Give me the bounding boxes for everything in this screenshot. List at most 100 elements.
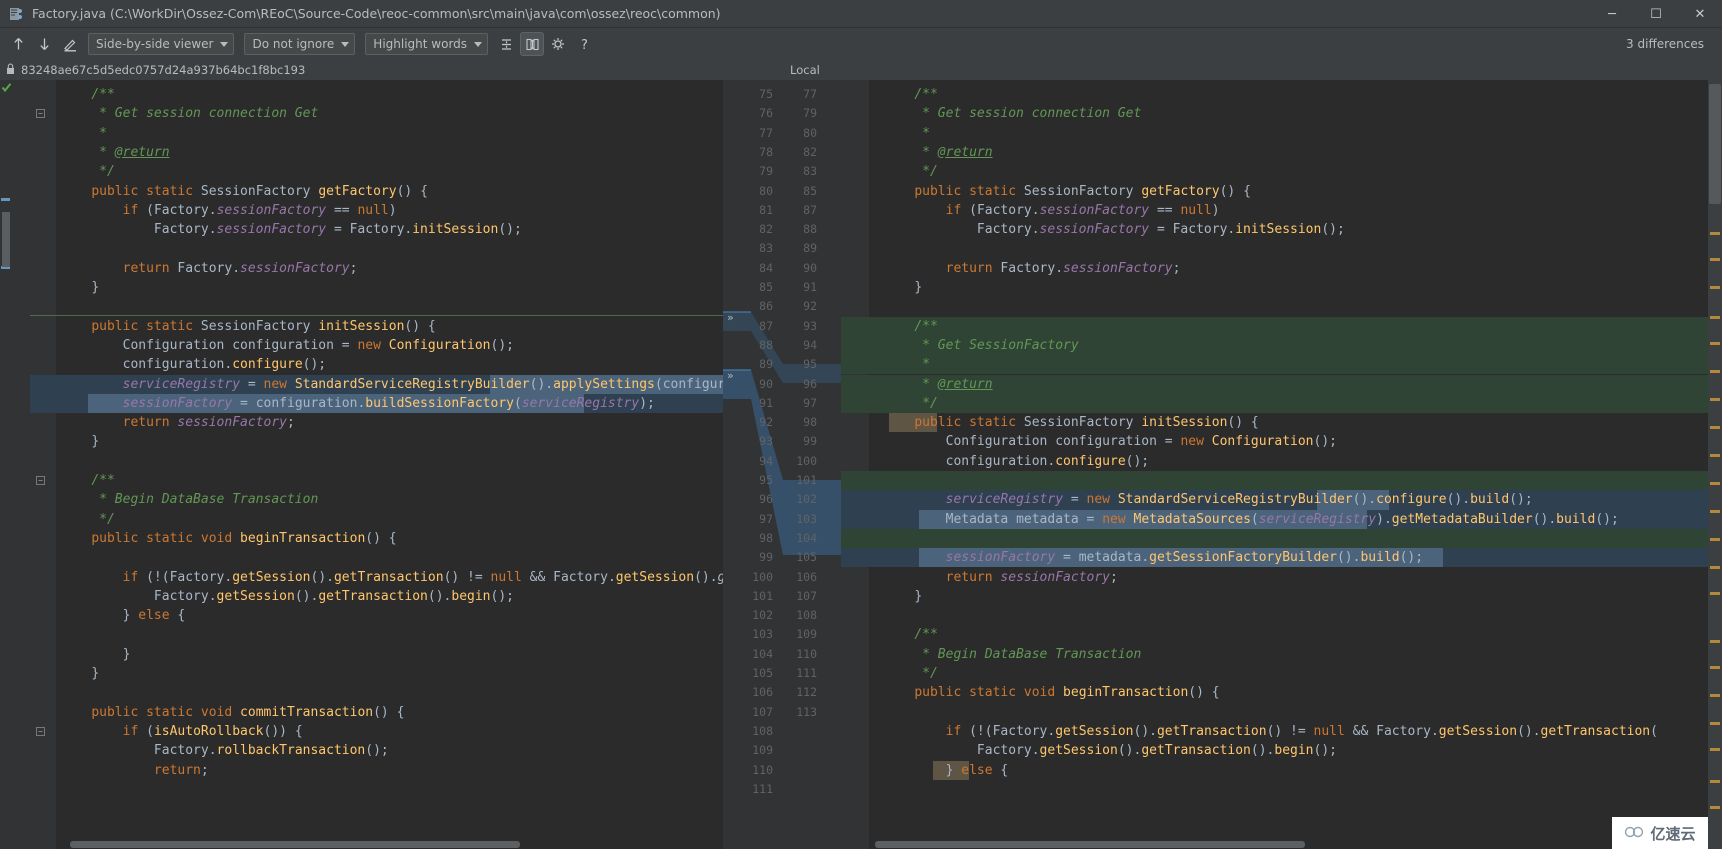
code-line: sessionFactory = configuration.buildSess… <box>122 395 655 411</box>
code-line: */ <box>922 666 938 681</box>
viewer-mode-select[interactable]: Side-by-side viewer <box>88 33 235 55</box>
synchronize-scroll-icon[interactable] <box>520 32 545 56</box>
line-number: 82 <box>759 222 773 237</box>
diff-toolbar: Side-by-side viewer Do not ignore Highli… <box>0 28 1722 60</box>
watermark-badge: 亿速云 <box>1612 817 1708 849</box>
line-number: 102 <box>796 492 817 507</box>
line-number: 107 <box>796 588 817 603</box>
previous-difference-button[interactable] <box>6 32 30 56</box>
line-number: 104 <box>752 646 773 661</box>
overview-scrollbar[interactable] <box>1708 80 1722 849</box>
code-fold-marker[interactable]: − <box>36 476 45 485</box>
inspection-ok-icon <box>1 82 12 95</box>
code-line: public static SessionFactory initSession… <box>914 415 1259 431</box>
code-fold-marker[interactable]: − <box>36 109 45 119</box>
line-number: 80 <box>759 183 773 198</box>
line-number: 83 <box>803 164 817 179</box>
code-line: return sessionFactory; <box>945 569 1118 585</box>
ignore-mode-label: Do not ignore <box>252 37 335 51</box>
line-number: 95 <box>803 357 817 372</box>
code-line: /** <box>914 87 938 102</box>
line-number: 80 <box>803 125 817 140</box>
next-difference-button[interactable] <box>32 32 56 56</box>
code-line: */ <box>99 164 115 180</box>
left-diff-editor[interactable]: − − − /** * Get session connection Get * *… <box>12 80 723 849</box>
line-number: 78 <box>759 144 773 159</box>
apply-change-chevron[interactable]: » <box>727 366 734 385</box>
line-number: 88 <box>759 337 773 352</box>
line-number: 109 <box>796 627 817 642</box>
line-number: 83 <box>759 241 773 256</box>
code-line: return; <box>153 762 209 778</box>
code-line: * <box>922 357 930 373</box>
code-line: serviceRegistry = new StandardServiceReg… <box>945 492 1533 508</box>
code-fold-marker[interactable]: − <box>36 726 45 736</box>
line-number: 76 <box>759 106 773 121</box>
left-code-text[interactable]: /** * Get session connection Get * * @re… <box>56 80 723 849</box>
code-line: /** <box>914 318 938 334</box>
minimize-button[interactable]: ─ <box>1590 0 1634 28</box>
line-number: 77 <box>803 87 817 101</box>
code-line: serviceRegistry = new StandardServiceReg… <box>122 376 723 392</box>
collapse-unchanged-icon[interactable] <box>494 32 518 56</box>
code-line: public static SessionFactory getFactory(… <box>914 183 1251 199</box>
maximize-button[interactable]: ☐ <box>1634 0 1678 28</box>
line-number: 90 <box>759 376 773 391</box>
code-line: public static void commitTransaction() { <box>91 704 405 720</box>
code-line: Metadata metadata = new MetadataSources(… <box>945 511 1619 527</box>
line-number: 98 <box>759 530 773 545</box>
code-line: Configuration configuration = new Config… <box>122 337 514 353</box>
java-file-icon <box>8 6 24 22</box>
diff-viewer-window: Factory.java (C:\WorkDir\Ossez-Com\REoC\… <box>0 0 1722 849</box>
line-number: 109 <box>752 743 773 758</box>
ignore-mode-select[interactable]: Do not ignore <box>244 33 356 55</box>
svg-text:?: ? <box>581 38 588 52</box>
line-number: 79 <box>759 164 773 179</box>
apply-change-chevron[interactable]: » <box>727 308 734 327</box>
close-button[interactable]: ✕ <box>1678 0 1722 28</box>
line-number: 108 <box>752 723 773 738</box>
question-mark-icon[interactable]: ? <box>572 32 596 56</box>
line-number: 91 <box>803 280 817 294</box>
code-line: /** <box>91 473 115 488</box>
code-line: return sessionFactory; <box>122 415 295 431</box>
line-number: 87 <box>803 202 817 217</box>
code-line: if (isAutoRollback()) { <box>122 723 303 739</box>
code-line: Factory.getSession().getTransaction().be… <box>153 588 514 604</box>
line-number: 91 <box>759 395 773 410</box>
right-code-text[interactable]: /** * Get session connection Get * * @re… <box>869 80 1708 849</box>
pencil-icon[interactable] <box>58 32 82 56</box>
gear-icon[interactable] <box>546 32 570 56</box>
line-number: 95 <box>759 473 773 487</box>
line-number: 113 <box>796 704 817 719</box>
line-number: 103 <box>752 627 773 642</box>
code-line: * @return <box>99 144 170 160</box>
line-number: 92 <box>759 415 773 430</box>
highlight-mode-select[interactable]: Highlight words <box>365 33 489 55</box>
code-line: */ <box>922 164 938 180</box>
code-line: * Begin DataBase Transaction <box>99 492 319 508</box>
code-line: Factory.getSession().getTransaction().be… <box>976 743 1337 759</box>
code-line: if (Factory.sessionFactory == null) <box>122 202 397 218</box>
line-number: 102 <box>752 608 773 623</box>
left-status-stripe[interactable] <box>0 80 12 849</box>
line-number: 89 <box>803 241 817 256</box>
line-number: 93 <box>803 318 817 333</box>
code-line: public static SessionFactory initSession… <box>91 318 436 334</box>
right-diff-editor[interactable]: − /** * Get session connection Get * * @… <box>841 80 1708 849</box>
line-number: 106 <box>796 569 817 584</box>
code-line: * Get session connection Get <box>99 106 319 122</box>
revision-bar: 83248ae67c5d5edc0757d24a937b64bc1f8bc193… <box>0 60 1722 80</box>
code-line: * <box>99 125 107 141</box>
viewer-mode-label: Side-by-side viewer <box>96 37 214 51</box>
difference-count-label: 3 differences <box>1626 37 1704 51</box>
code-line: * Get SessionFactory <box>922 337 1079 353</box>
left-horizontal-scrollbar[interactable] <box>56 840 723 849</box>
line-number: 112 <box>796 685 817 700</box>
right-horizontal-scrollbar[interactable] <box>869 840 1708 849</box>
code-line: * @return <box>922 376 993 392</box>
line-number: 99 <box>803 434 817 449</box>
diff-center-strip[interactable]: » » 75 76 77 78 79 80 81 82 83 84 85 86 87 88 89 90 91 92… <box>723 80 841 849</box>
line-number: 101 <box>752 588 773 603</box>
code-line: if (Factory.sessionFactory == null) <box>945 202 1220 218</box>
